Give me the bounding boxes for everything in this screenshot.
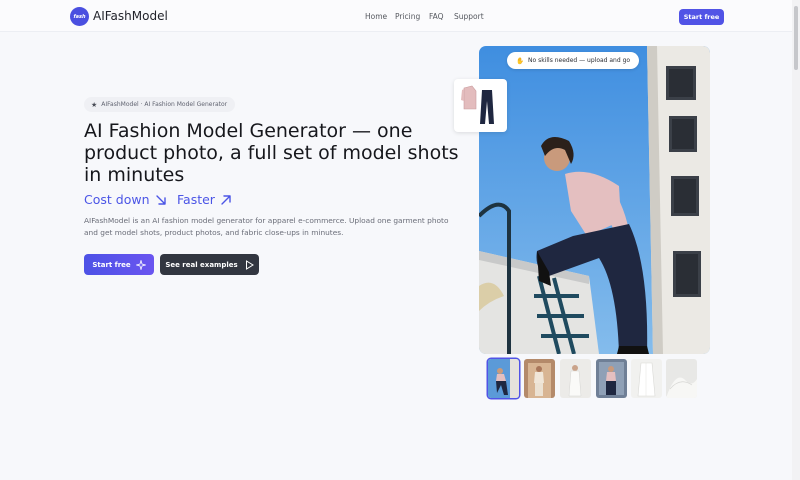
- thumbnail-5[interactable]: [631, 359, 662, 398]
- nav-pricing[interactable]: Pricing: [395, 12, 420, 21]
- page-scrollbar-thumb[interactable]: [794, 6, 798, 70]
- nav-faq[interactable]: FAQ: [429, 12, 444, 21]
- see-examples-label: See real examples: [165, 260, 238, 269]
- start-free-header-button[interactable]: Start free: [679, 9, 724, 25]
- nav-support[interactable]: Support: [454, 12, 484, 21]
- arrow-up-right-icon: [221, 194, 231, 205]
- hand-icon: ✋: [515, 56, 525, 65]
- brand-logo[interactable]: fash: [70, 7, 89, 26]
- thumbnail-4[interactable]: [596, 359, 627, 398]
- nav-home[interactable]: Home: [365, 12, 387, 21]
- cost-down-label: Cost down: [84, 192, 150, 207]
- faster-tag: Faster: [177, 192, 232, 207]
- arrow-down-right-icon: [155, 194, 166, 205]
- see-examples-button[interactable]: See real examples: [160, 254, 259, 275]
- hero-description: AIFashModel is an AI fashion model gener…: [84, 216, 449, 237]
- no-skills-pill: ✋ No skills needed — upload and go: [507, 52, 639, 69]
- no-skills-label: No skills needed — upload and go: [528, 57, 631, 64]
- start-free-button[interactable]: Start free: [84, 254, 154, 275]
- hero-model-photo: [479, 46, 710, 354]
- hero-badge-label: AIFashModel · AI Fashion Model Generator: [101, 101, 228, 108]
- thumbnail-6[interactable]: [666, 359, 697, 398]
- faster-label: Faster: [177, 192, 215, 207]
- hero-headline: AI Fashion Model Generator — one product…: [84, 120, 459, 186]
- start-free-label: Start free: [92, 260, 131, 269]
- sparkle-icon: [135, 259, 146, 270]
- cost-down-tag: Cost down: [84, 192, 167, 207]
- play-icon: [245, 259, 254, 270]
- page-scrollbar-track[interactable]: [792, 0, 800, 480]
- thumbnail-2[interactable]: [524, 359, 555, 398]
- brand-name[interactable]: AIFashModel: [93, 9, 168, 23]
- top-navbar: fash AIFashModel Home Pricing FAQ Suppor…: [0, 0, 800, 32]
- star-icon: ★: [91, 100, 98, 109]
- hero-badge: ★ AIFashModel · AI Fashion Model Generat…: [84, 97, 236, 112]
- thumbnail-1[interactable]: [488, 359, 519, 398]
- thumbnail-3[interactable]: [560, 359, 591, 398]
- garment-preview-card: [454, 79, 507, 132]
